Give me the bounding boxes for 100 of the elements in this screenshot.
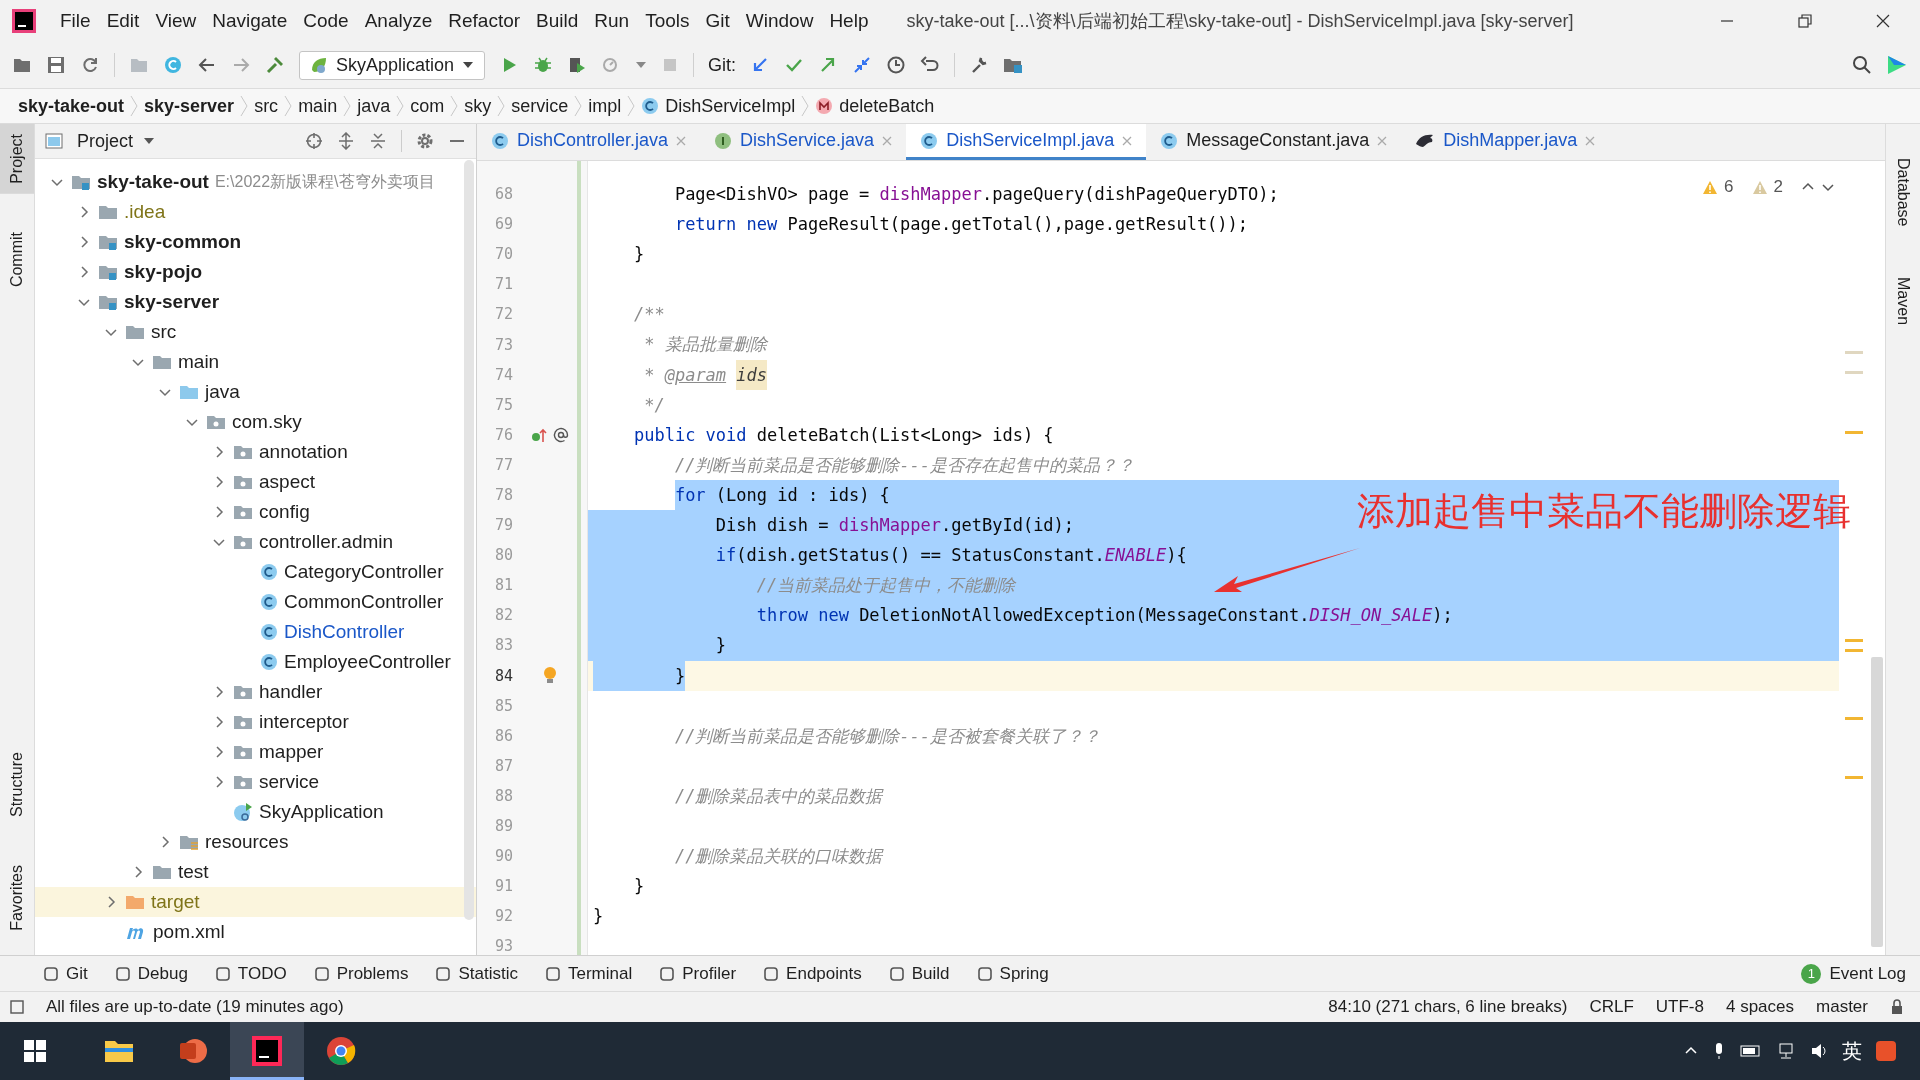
implements-method-icon[interactable] xyxy=(531,426,547,443)
close-icon[interactable] xyxy=(1876,14,1890,28)
menu-item[interactable]: Code xyxy=(295,6,357,36)
tool-window-button[interactable]: Build xyxy=(889,963,950,984)
run-configuration-dropdown[interactable]: SkyApplication xyxy=(299,50,486,80)
menu-item[interactable]: Run xyxy=(586,6,638,36)
menu-item[interactable]: Navigate xyxy=(204,6,296,36)
ide-logo-icon[interactable] xyxy=(12,9,36,33)
tool-window-button[interactable]: Git xyxy=(44,963,88,984)
menu-item[interactable]: Git xyxy=(697,6,738,36)
menu-item[interactable]: File xyxy=(52,6,99,36)
menu-item[interactable]: View xyxy=(147,6,205,36)
tool-window-tab[interactable]: Favorites xyxy=(0,855,34,941)
breadcrumb-item[interactable]: main xyxy=(298,95,338,117)
menu-item[interactable]: Edit xyxy=(98,6,148,36)
breadcrumb-item[interactable]: deleteBatch xyxy=(815,95,935,117)
tree-item[interactable]: service xyxy=(35,767,476,797)
expand-all-icon[interactable] xyxy=(337,132,355,150)
indent-setting[interactable]: 4 spaces xyxy=(1726,997,1795,1017)
tree-item[interactable]: controller.admin xyxy=(35,527,476,557)
tool-window-tab[interactable]: Maven xyxy=(1886,266,1920,335)
menu-item[interactable]: Help xyxy=(821,6,877,36)
scrollbar[interactable] xyxy=(464,160,474,920)
weak-warning-count[interactable]: 2 xyxy=(1773,177,1783,197)
scrollbar[interactable] xyxy=(1871,657,1883,947)
input-method-indicator[interactable]: 英 xyxy=(1842,1037,1862,1065)
line-separator[interactable]: CRLF xyxy=(1589,997,1634,1017)
tree-item[interactable]: annotation xyxy=(35,437,476,467)
breadcrumb-item[interactable]: sky-server xyxy=(144,95,235,117)
breadcrumb-item[interactable]: com xyxy=(410,95,445,117)
speaker-icon[interactable] xyxy=(1810,1043,1828,1059)
tree-item[interactable]: java xyxy=(35,377,476,407)
menu-item[interactable]: Analyze xyxy=(356,6,441,36)
menu-item[interactable]: Refactor xyxy=(440,6,529,36)
network-icon[interactable] xyxy=(1776,1043,1796,1059)
settings-icon[interactable] xyxy=(416,132,434,150)
taskbar-app[interactable] xyxy=(230,1022,304,1080)
breadcrumb-item[interactable]: sky xyxy=(464,95,492,117)
caret-position[interactable]: 84:10 (271 chars, 6 line breaks) xyxy=(1328,997,1568,1017)
breadcrumb-item[interactable]: src xyxy=(254,95,279,117)
tree-item[interactable]: pom.xml xyxy=(35,917,476,947)
restore-icon[interactable] xyxy=(1798,14,1812,28)
tool-window-tab[interactable]: Project xyxy=(0,124,34,194)
tree-item[interactable]: sky-server xyxy=(35,287,476,317)
tree-item[interactable]: interceptor xyxy=(35,707,476,737)
tool-window-button[interactable]: Problems xyxy=(314,963,409,984)
lightbulb-icon[interactable] xyxy=(542,665,558,686)
tool-window-button[interactable]: Debug xyxy=(115,963,188,984)
event-log-button[interactable]: 1 Event Log xyxy=(1801,963,1906,984)
status-square-icon[interactable] xyxy=(10,1000,24,1014)
tool-window-tab[interactable]: Database xyxy=(1886,148,1920,237)
tree-item[interactable]: .idea xyxy=(35,197,476,227)
toolbox-logo-icon[interactable] xyxy=(1886,54,1908,76)
breadcrumb-item[interactable]: impl xyxy=(588,95,622,117)
tool-window-button[interactable]: TODO xyxy=(215,963,287,984)
tree-item[interactable]: CategoryController xyxy=(35,557,476,587)
locate-target-icon[interactable] xyxy=(305,132,323,150)
warning-count[interactable]: 6 xyxy=(1724,177,1734,197)
input-method-logo-icon[interactable] xyxy=(1876,1041,1896,1061)
bug-icon[interactable] xyxy=(533,55,554,75)
tree-item[interactable]: config xyxy=(35,497,476,527)
history-clock-icon[interactable] xyxy=(886,55,907,75)
tool-window-button[interactable]: Endpoints xyxy=(764,963,862,984)
editor-tab[interactable]: DishController.java xyxy=(477,124,701,160)
tree-item[interactable]: CommonController xyxy=(35,587,476,617)
tree-item[interactable]: SkyApplication xyxy=(35,797,476,827)
tree-item[interactable]: DishController xyxy=(35,617,476,647)
tree-item[interactable]: mapper xyxy=(35,737,476,767)
tree-item[interactable]: sky-pojo xyxy=(35,257,476,287)
tree-item[interactable]: EmployeeController xyxy=(35,647,476,677)
tool-window-tab[interactable]: Structure xyxy=(0,742,34,828)
tree-item[interactable]: target xyxy=(35,887,476,917)
project-view-dropdown[interactable]: Project xyxy=(77,130,156,152)
tree-item[interactable]: main xyxy=(35,347,476,377)
merge-arrows-icon[interactable] xyxy=(852,55,873,75)
editor-tab[interactable]: DishServiceImpl.java xyxy=(906,124,1147,160)
tree-item[interactable]: aspect xyxy=(35,467,476,497)
menu-item[interactable]: Tools xyxy=(637,6,698,36)
breadcrumb-item[interactable]: service xyxy=(511,95,569,117)
tool-window-button[interactable]: Spring xyxy=(977,963,1049,984)
tool-window-button[interactable]: Terminal xyxy=(546,963,633,984)
tree-item[interactable]: src xyxy=(35,317,476,347)
tree-item[interactable]: handler xyxy=(35,677,476,707)
tree-item[interactable]: sky-common xyxy=(35,227,476,257)
windows-start-icon[interactable] xyxy=(24,1040,46,1062)
menu-item[interactable]: Window xyxy=(737,6,822,36)
file-encoding[interactable]: UTF-8 xyxy=(1655,997,1704,1017)
tree-item[interactable]: sky-take-out E:\2022新版课程\苍穹外卖项目 xyxy=(35,167,476,197)
tool-window-button[interactable]: Profiler xyxy=(660,963,737,984)
save-icon[interactable] xyxy=(46,55,66,75)
git-branch[interactable]: master xyxy=(1816,997,1868,1017)
menu-item[interactable]: Build xyxy=(528,6,587,36)
tool-window-button[interactable]: Statistic xyxy=(436,963,518,984)
editor-tab[interactable]: DishMapper.java xyxy=(1401,124,1610,160)
tree-item[interactable]: test xyxy=(35,857,476,887)
tree-item[interactable]: com.sky xyxy=(35,407,476,437)
editor-tab[interactable]: MessageConstant.java xyxy=(1146,124,1402,160)
breadcrumb-item[interactable]: java xyxy=(357,95,391,117)
tool-window-tab[interactable]: Commit xyxy=(0,221,34,297)
collapse-all-icon[interactable] xyxy=(369,132,387,150)
